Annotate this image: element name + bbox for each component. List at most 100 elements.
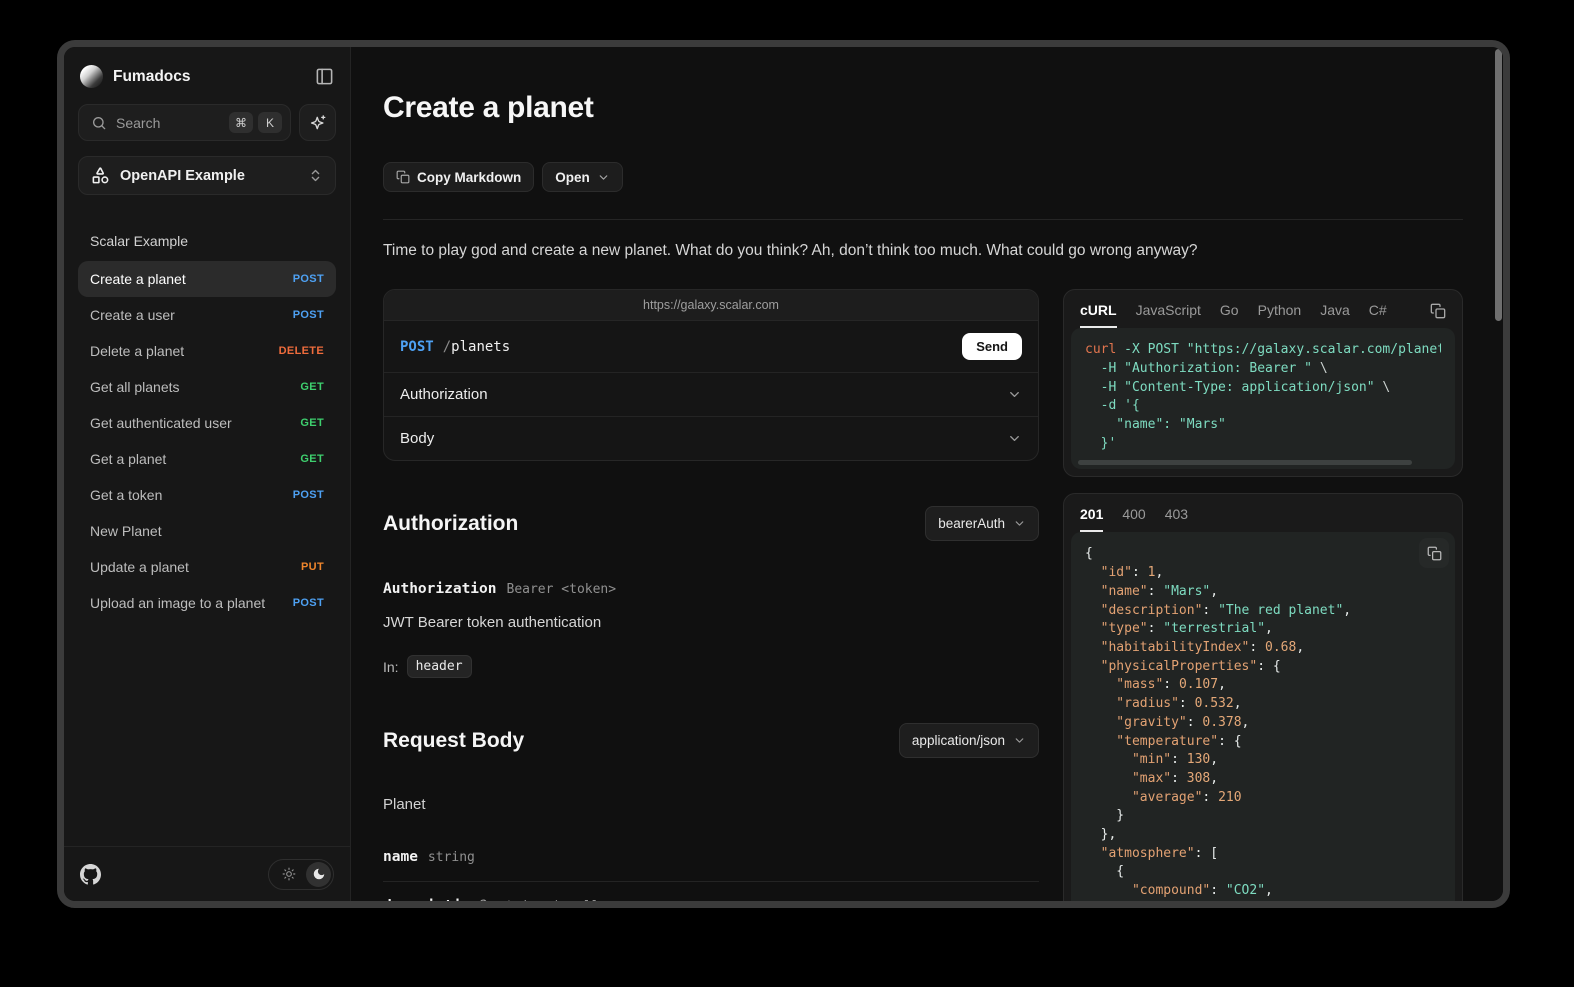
copy-markdown-button[interactable]: Copy Markdown	[383, 162, 534, 192]
sidebar-item[interactable]: Create a user POST	[78, 297, 336, 333]
header-divider	[383, 219, 1463, 220]
copy-icon	[396, 170, 410, 184]
sidebar-item[interactable]: Delete a planet DELETE	[78, 333, 336, 369]
search-input[interactable]: Search ⌘ K	[78, 104, 291, 141]
copy-markdown-label: Copy Markdown	[417, 170, 521, 185]
fumadocs-logo-icon	[80, 65, 103, 88]
code-language-tab[interactable]: JavaScript	[1136, 302, 1201, 328]
copy-icon	[1427, 546, 1442, 561]
code-samples-card: cURL JavaScript Go Python Java	[1063, 289, 1463, 477]
api-spec-label: OpenAPI Example	[120, 168, 308, 184]
sidebar-item-label: Create a user	[90, 307, 293, 323]
sidebar-item-label: Upload an image to a planet	[90, 595, 293, 611]
ai-assistant-button[interactable]	[299, 104, 336, 141]
search-icon	[91, 115, 107, 131]
sidebar-item-label: Get a token	[90, 487, 293, 503]
sidebar-item[interactable]: Update a planet PUT	[78, 549, 336, 585]
authorization-section: Authorization bearerAuth Authorization	[383, 506, 1039, 678]
auth-scheme-select[interactable]: bearerAuth	[925, 506, 1039, 541]
main-content: Create a planet Copy Markdown Open	[351, 47, 1503, 901]
sidebar-collapse-button[interactable]	[315, 67, 334, 86]
code-language-tab[interactable]: cURL	[1080, 302, 1117, 328]
response-status-tab[interactable]: 400	[1122, 506, 1145, 532]
method-badge: POST	[293, 273, 324, 285]
playground-accordion[interactable]: Authorization	[384, 372, 1038, 416]
code-language-tab[interactable]: Go	[1220, 302, 1239, 328]
response-card: 201 400 403	[1063, 493, 1463, 901]
copy-code-button[interactable]	[1430, 303, 1446, 327]
send-button[interactable]: Send	[962, 333, 1022, 360]
search-row: Search ⌘ K	[78, 104, 336, 141]
app-window: Fumadocs Search ⌘ K	[57, 40, 1510, 908]
method-badge: POST	[293, 597, 324, 609]
moon-icon	[306, 862, 331, 887]
sidebar-item[interactable]: Get a planet GET	[78, 441, 336, 477]
sidebar-item[interactable]: Get authenticated user GET	[78, 405, 336, 441]
sidebar-item-label: Get authenticated user	[90, 415, 300, 431]
code-language-tabs: cURL JavaScript Go Python Java	[1064, 290, 1462, 328]
path-slash: /	[443, 339, 451, 355]
method-badge: GET	[300, 381, 324, 393]
horizontal-scrollbar[interactable]	[1078, 460, 1412, 465]
base-url: https://galaxy.scalar.com	[384, 290, 1038, 321]
request-body-section: Request Body application/json Planet	[383, 723, 1039, 901]
sidebar-nav: Create a planet POST Create a user POST …	[78, 261, 336, 621]
code-language-tab[interactable]: Python	[1258, 302, 1302, 328]
copy-response-button[interactable]	[1419, 538, 1449, 568]
sun-icon	[271, 867, 306, 881]
sidebar-item-label: Get a planet	[90, 451, 300, 467]
method-badge: DELETE	[279, 345, 324, 357]
open-label: Open	[555, 170, 590, 185]
sidebar-item-label: Get all planets	[90, 379, 300, 395]
auth-description: JWT Bearer token authentication	[383, 614, 1039, 631]
curl-code-block: curl -X POST "https://galaxy.scalar.com/…	[1071, 328, 1455, 469]
field-name: description	[383, 898, 479, 901]
endpoint-path: planets	[451, 339, 510, 355]
sparkles-icon	[309, 114, 327, 132]
api-spec-selector[interactable]: OpenAPI Example	[78, 156, 336, 195]
kbd-meta: ⌘	[229, 112, 253, 133]
playground-accordion[interactable]: Body	[384, 416, 1038, 460]
search-placeholder: Search	[116, 115, 224, 131]
auth-scheme-value: bearerAuth	[938, 516, 1005, 531]
panel-left-icon	[315, 67, 334, 86]
http-method: POST	[400, 339, 434, 355]
content-type-select[interactable]: application/json	[899, 723, 1039, 758]
response-code-block: { "id": 1, "name": "Mars", "description"…	[1071, 532, 1455, 901]
chevron-down-icon	[1007, 431, 1022, 446]
sidebar-item-label: Update a planet	[90, 559, 301, 575]
schema-field-row: description? string | null	[383, 881, 1039, 901]
page-title: Create a planet	[383, 91, 1463, 125]
method-badge: POST	[293, 309, 324, 321]
theme-toggle[interactable]	[268, 859, 334, 890]
method-badge: POST	[293, 489, 324, 501]
code-language-tab[interactable]: C#	[1369, 302, 1387, 328]
open-button[interactable]: Open	[542, 162, 623, 192]
schema-fields: name string description? string | null	[383, 833, 1039, 901]
sidebar-item[interactable]: Create a planet POST	[78, 261, 336, 297]
schema-field-row: name string	[383, 833, 1039, 881]
field-name: name	[383, 849, 418, 865]
sidebar-item[interactable]: Upload an image to a planet POST	[78, 585, 336, 621]
response-status-tab[interactable]: 403	[1165, 506, 1188, 532]
response-json: { "id": 1, "name": "Mars", "description"…	[1085, 545, 1441, 900]
schema-name: Planet	[383, 796, 1039, 813]
content-type-value: application/json	[912, 733, 1005, 748]
code-language-tab[interactable]: Java	[1320, 302, 1350, 328]
response-status-tab[interactable]: 201	[1080, 506, 1103, 532]
sidebar-item-label: Delete a planet	[90, 343, 279, 359]
sidebar-item[interactable]: Get a token POST	[78, 477, 336, 513]
request-line: POST / planets Send	[384, 321, 1038, 372]
response-status-tabs: 201 400 403	[1064, 494, 1462, 532]
github-link[interactable]	[80, 864, 101, 885]
window-scrollbar[interactable]	[1495, 49, 1502, 321]
shapes-icon	[91, 166, 110, 185]
sidebar: Fumadocs Search ⌘ K	[64, 47, 351, 901]
in-label: In:	[383, 659, 399, 675]
screenshot-stage: Fumadocs Search ⌘ K	[0, 0, 1574, 987]
api-playground: https://galaxy.scalar.com POST / planets…	[383, 289, 1039, 461]
authorization-heading: Authorization	[383, 512, 518, 536]
sidebar-item[interactable]: Get all planets GET	[78, 369, 336, 405]
sidebar-item[interactable]: New Planet	[78, 513, 336, 549]
field-optional-mark: ?	[479, 898, 488, 901]
